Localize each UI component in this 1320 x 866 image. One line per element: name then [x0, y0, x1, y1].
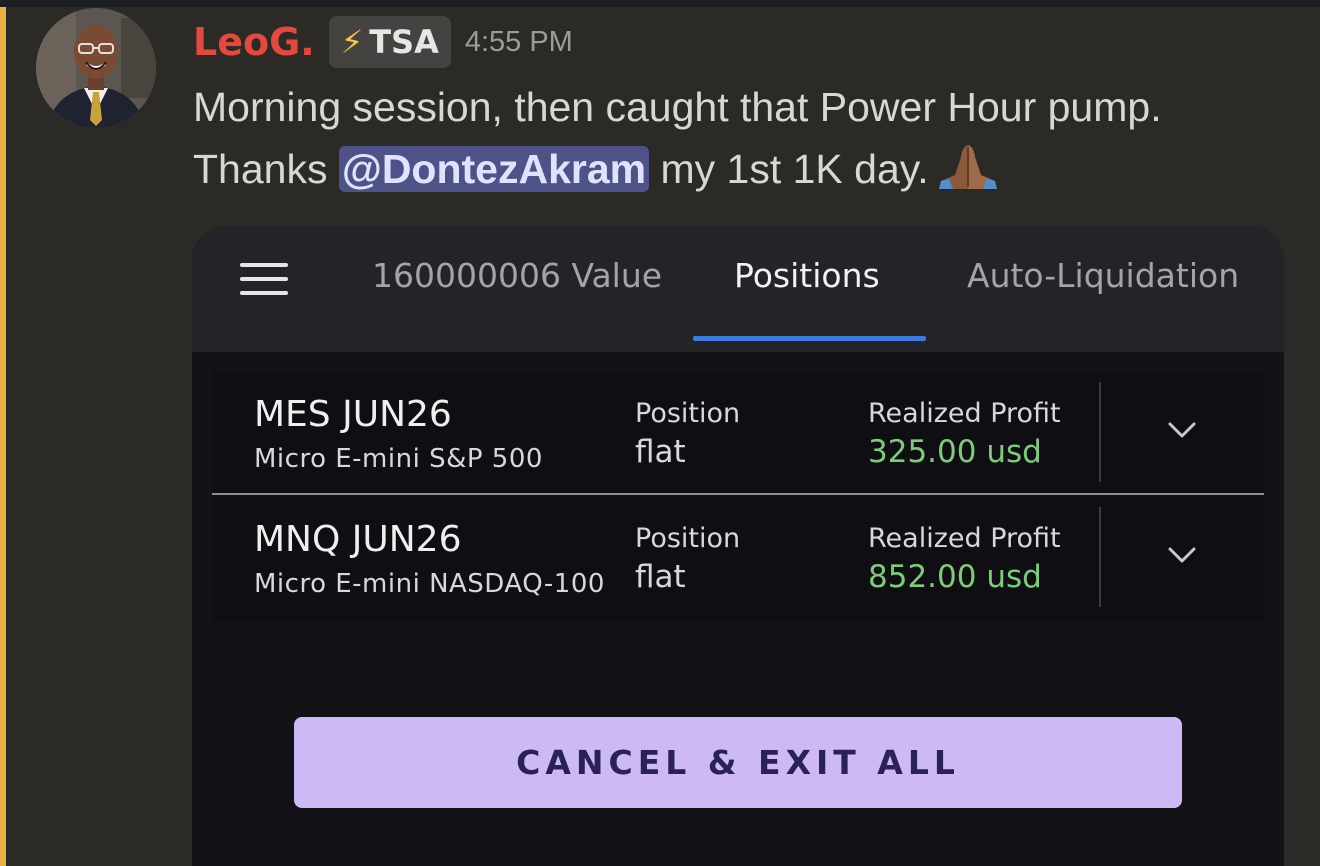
- message-content: Morning session, then caught that Power …: [193, 76, 1303, 208]
- contract-description: Micro E-mini S&P 500: [254, 444, 543, 474]
- message-line-2: Thanks @DontezAkram my 1st 1K day.: [193, 138, 1303, 208]
- tab-bar: 160000006 Value Positions Auto-Liquidati…: [192, 226, 1284, 352]
- position-value: flat: [635, 559, 686, 595]
- cancel-exit-all-button[interactable]: CANCEL & EXIT ALL: [294, 717, 1182, 808]
- lightning-bolt-icon: ⚡: [340, 23, 364, 61]
- position-label: Position: [635, 398, 741, 429]
- folded-hands-emoji-icon: [935, 141, 1001, 208]
- server-tag[interactable]: ⚡ TSA: [328, 16, 451, 68]
- server-tag-label: TSA: [369, 23, 439, 61]
- message-text-after-mention: my 1st 1K day.: [649, 146, 929, 192]
- position-label: Position: [635, 523, 741, 554]
- positions-list: MES JUN26 Micro E-mini S&P 500 Position …: [212, 372, 1264, 622]
- position-value: flat: [635, 434, 686, 470]
- contract-symbol: MNQ JUN26: [254, 519, 462, 560]
- username[interactable]: LeoG.: [193, 20, 315, 64]
- chevron-down-icon[interactable]: [1167, 545, 1197, 565]
- contract-symbol: MES JUN26: [254, 394, 452, 435]
- positions-card: 160000006 Value Positions Auto-Liquidati…: [192, 226, 1284, 866]
- message-header: LeoG. ⚡ TSA 4:55 PM: [193, 14, 573, 70]
- realized-profit-value: 325.00 usd: [868, 434, 1042, 470]
- user-mention[interactable]: @DontezAkram: [338, 146, 650, 192]
- tab-auto-liquidation[interactable]: Auto-Liquidation: [967, 256, 1239, 304]
- column-divider: [1099, 507, 1101, 607]
- active-tab-indicator: [693, 336, 926, 341]
- tab-positions[interactable]: Positions: [734, 256, 880, 304]
- realized-profit-value: 852.00 usd: [868, 559, 1042, 595]
- realized-profit-label: Realized Profit: [868, 398, 1061, 429]
- chevron-down-icon[interactable]: [1167, 420, 1197, 440]
- message-timestamp: 4:55 PM: [464, 25, 573, 58]
- user-avatar[interactable]: [36, 8, 156, 128]
- chat-view: LeoG. ⚡ TSA 4:55 PM Morning session, the…: [0, 0, 1320, 866]
- hamburger-menu-icon[interactable]: [240, 263, 288, 297]
- avatar-image: [36, 8, 156, 128]
- message-text-before-mention: Thanks: [193, 146, 339, 192]
- position-row[interactable]: MES JUN26 Micro E-mini S&P 500 Position …: [212, 372, 1264, 492]
- contract-description: Micro E-mini NASDAQ-100: [254, 569, 605, 599]
- message-highlight-bar: [0, 7, 6, 866]
- top-strip: [0, 0, 1320, 7]
- position-row[interactable]: MNQ JUN26 Micro E-mini NASDAQ-100 Positi…: [212, 497, 1264, 617]
- message-line-1: Morning session, then caught that Power …: [193, 84, 1162, 130]
- tab-value[interactable]: 160000006 Value: [372, 256, 662, 304]
- row-divider: [212, 493, 1264, 495]
- column-divider: [1099, 382, 1101, 482]
- realized-profit-label: Realized Profit: [868, 523, 1061, 554]
